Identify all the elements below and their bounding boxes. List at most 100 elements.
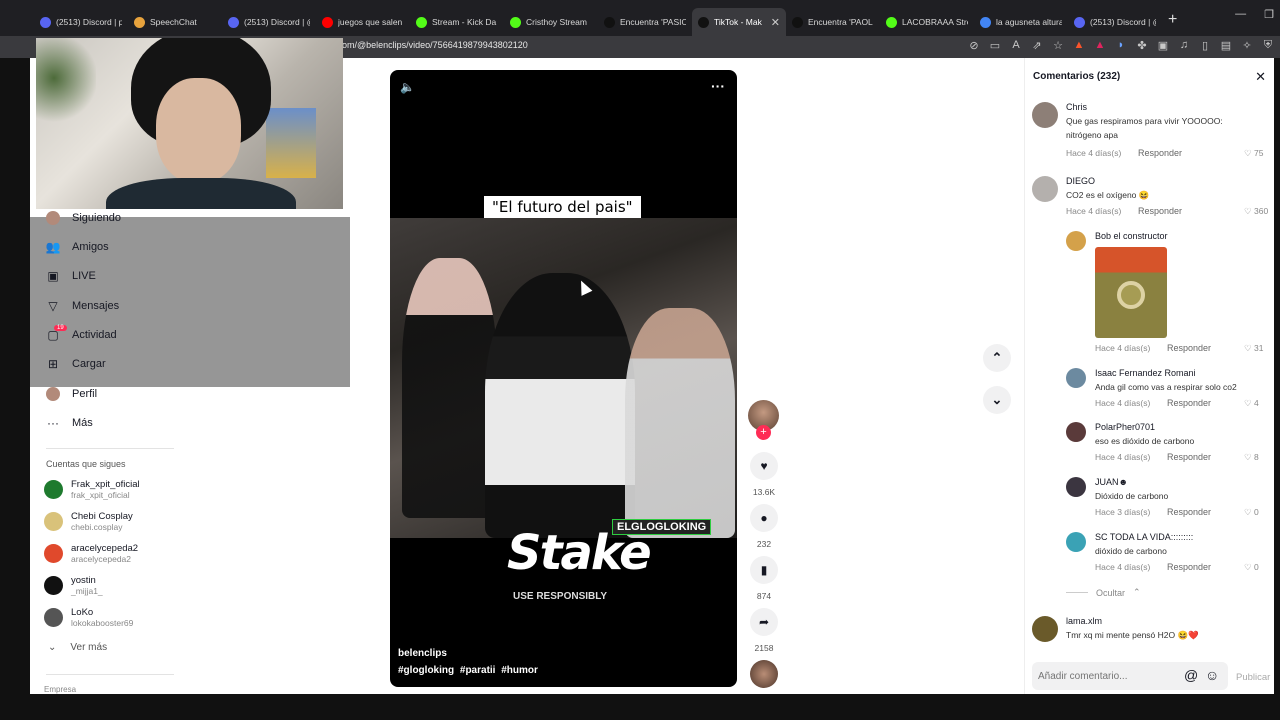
wallet-icon[interactable]: ▤ bbox=[1220, 39, 1232, 52]
reply-button[interactable]: Responder bbox=[1167, 343, 1211, 353]
comment-like-button[interactable]: ♡ 0 bbox=[1244, 562, 1259, 573]
more-options-icon[interactable]: ··· bbox=[711, 78, 725, 94]
avatar[interactable] bbox=[1032, 616, 1058, 642]
prev-video-button[interactable]: ⌃ bbox=[983, 344, 1011, 372]
share-icon[interactable]: ⇗ bbox=[1031, 39, 1043, 52]
comment-author[interactable]: Bob el constructor bbox=[1095, 231, 1168, 241]
avatar[interactable] bbox=[1066, 368, 1086, 388]
emoji-icon[interactable]: ☺ bbox=[1205, 667, 1219, 683]
browser-tab[interactable]: Encuentra 'PASIO bbox=[598, 8, 692, 36]
browser-tab[interactable]: (2513) Discord | @ bbox=[222, 8, 316, 36]
comment-like-button[interactable]: ♡ 8 bbox=[1244, 452, 1259, 463]
rewards-icon[interactable]: ▲ bbox=[1094, 39, 1106, 52]
heart-outline-icon: ♡ bbox=[1244, 206, 1252, 216]
comment-author[interactable]: DIEGO bbox=[1066, 176, 1095, 186]
brave-icon[interactable]: ▲ bbox=[1073, 39, 1085, 52]
block-icon[interactable]: ⊘ bbox=[968, 39, 980, 52]
avatar[interactable] bbox=[1032, 102, 1058, 128]
video-tags[interactable]: #glogloking #paratii #humor bbox=[398, 665, 538, 676]
sidebar-item-amigos[interactable]: 👥 Amigos bbox=[46, 240, 109, 254]
browser-tab[interactable]: TikTok - Mak ✕ bbox=[692, 8, 786, 36]
comment-like-button[interactable]: ♡ 75 bbox=[1244, 148, 1263, 159]
music-icon[interactable]: ♫ bbox=[1178, 39, 1190, 52]
comment-text: Que gas respiramos para vivir YOOOOO: bbox=[1066, 116, 1223, 126]
sidebar-item-live[interactable]: ▣ LIVE bbox=[46, 269, 96, 283]
new-tab-button[interactable]: + bbox=[1168, 11, 1177, 29]
reply-button[interactable]: Responder bbox=[1138, 206, 1182, 216]
sidebar-item-cargar[interactable]: ⊞ Cargar bbox=[46, 357, 106, 371]
reply-button[interactable]: Responder bbox=[1167, 562, 1211, 572]
shield-icon[interactable]: ⛨ bbox=[1262, 39, 1274, 52]
leo-icon[interactable]: ✧ bbox=[1241, 39, 1253, 52]
browser-tab[interactable]: Stream - Kick Da bbox=[410, 8, 504, 36]
close-tab-icon[interactable]: ✕ bbox=[771, 16, 780, 29]
avatar[interactable] bbox=[1066, 477, 1086, 497]
avatar[interactable] bbox=[1032, 176, 1058, 202]
following-name: Chebi Cosplay bbox=[71, 511, 133, 522]
sound-avatar[interactable] bbox=[750, 660, 778, 688]
comment-author[interactable]: Chris bbox=[1066, 102, 1087, 112]
minimize-icon[interactable]: — bbox=[1235, 8, 1246, 21]
sidebar-item-ms[interactable]: ··· Más bbox=[46, 416, 93, 430]
heart-outline-icon: ♡ bbox=[1244, 343, 1252, 353]
save-button[interactable]: ▮ bbox=[750, 556, 778, 584]
cast-icon[interactable]: ▭ bbox=[989, 39, 1001, 52]
publish-button[interactable]: Publicar bbox=[1236, 672, 1270, 683]
star-icon[interactable]: ☆ bbox=[1052, 39, 1064, 52]
company-link[interactable]: Empresa bbox=[44, 685, 76, 694]
reply-button[interactable]: Responder bbox=[1138, 148, 1182, 158]
browser-tab[interactable]: (2513) Discord | p bbox=[34, 8, 128, 36]
avatar[interactable] bbox=[1066, 231, 1086, 251]
screenshot-icon[interactable]: ▣ bbox=[1157, 39, 1169, 52]
following-name: LoKo bbox=[71, 607, 94, 618]
sidebar-icon[interactable]: ▯ bbox=[1199, 39, 1211, 52]
comment-author[interactable]: PolarPher0701 bbox=[1095, 422, 1155, 432]
close-icon[interactable]: ✕ bbox=[1255, 69, 1266, 85]
comment-author[interactable]: SC TODA LA VIDA::::::::: bbox=[1095, 532, 1193, 542]
sidebar-item-mensajes[interactable]: ▽ Mensajes bbox=[46, 299, 119, 313]
browser-tab[interactable]: (2513) Discord | @ bbox=[1068, 8, 1162, 36]
mention-icon[interactable]: @ bbox=[1184, 667, 1198, 683]
browser-tab[interactable]: Encuentra 'PAOL bbox=[786, 8, 880, 36]
comment-like-button[interactable]: ♡ 360 bbox=[1244, 206, 1268, 217]
following-item[interactable]: aracelycepeda2 aracelycepeda2 bbox=[44, 543, 138, 564]
video-player[interactable]: 🔈 ··· "El futuro del pais" ELGLOGLOKING … bbox=[390, 70, 737, 687]
volume-icon[interactable]: 🔈 bbox=[400, 80, 415, 94]
like-button[interactable]: ♥ bbox=[750, 452, 778, 480]
following-item[interactable]: LoKo lokokabooster69 bbox=[44, 607, 133, 628]
url-text[interactable]: om/@belenclips/video/7566419879943802120 bbox=[342, 40, 528, 50]
comment-author[interactable]: JUAN☻ bbox=[1095, 477, 1128, 487]
speaker-icon[interactable]: ◗ bbox=[1115, 39, 1127, 52]
browser-tab[interactable]: LACOBRAAA Stre bbox=[880, 8, 974, 36]
restore-icon[interactable]: ❐ bbox=[1264, 8, 1274, 21]
sidebar-item-perfil[interactable]: Perfil bbox=[46, 387, 97, 401]
browser-tab[interactable]: la agusneta altura bbox=[974, 8, 1068, 36]
reply-button[interactable]: Responder bbox=[1167, 507, 1211, 517]
browser-tab[interactable]: SpeechChat bbox=[128, 8, 222, 36]
following-item[interactable]: Chebi Cosplay chebi.cosplay bbox=[44, 511, 133, 532]
browser-tab[interactable]: juegos que salen bbox=[316, 8, 410, 36]
follow-plus-icon[interactable]: + bbox=[756, 425, 771, 440]
reply-button[interactable]: Responder bbox=[1167, 452, 1211, 462]
reply-button[interactable]: Responder bbox=[1167, 398, 1211, 408]
see-more-link[interactable]: ⌄ Ver más bbox=[48, 642, 107, 653]
comment-like-button[interactable]: ♡ 31 bbox=[1244, 343, 1263, 354]
comment-author[interactable]: Isaac Fernandez Romani bbox=[1095, 368, 1196, 378]
comment-button[interactable]: ● bbox=[750, 504, 778, 532]
comment-like-button[interactable]: ♡ 4 bbox=[1244, 398, 1259, 409]
following-item[interactable]: Frak_xpit_oficial frak_xpit_oficial bbox=[44, 479, 140, 500]
comment-like-button[interactable]: ♡ 0 bbox=[1244, 507, 1259, 518]
following-item[interactable]: yostin _mijja1_ bbox=[44, 575, 103, 596]
avatar[interactable] bbox=[1066, 422, 1086, 442]
translate-icon[interactable]: A bbox=[1010, 39, 1022, 52]
comment-input[interactable] bbox=[1032, 662, 1228, 690]
sidebar-item-siguiendo[interactable]: Siguiendo bbox=[46, 211, 121, 225]
share-button[interactable]: ➦ bbox=[750, 608, 778, 636]
video-author[interactable]: belenclips bbox=[398, 648, 447, 659]
hide-replies-link[interactable]: Ocultar ⌃ bbox=[1066, 587, 1141, 598]
extensions-icon[interactable]: ✤ bbox=[1136, 39, 1148, 52]
next-video-button[interactable]: ⌄ bbox=[983, 386, 1011, 414]
avatar[interactable] bbox=[1066, 532, 1086, 552]
browser-tab[interactable]: Cristhoy Stream bbox=[504, 8, 598, 36]
comment-author[interactable]: lama.xlm bbox=[1066, 616, 1102, 626]
